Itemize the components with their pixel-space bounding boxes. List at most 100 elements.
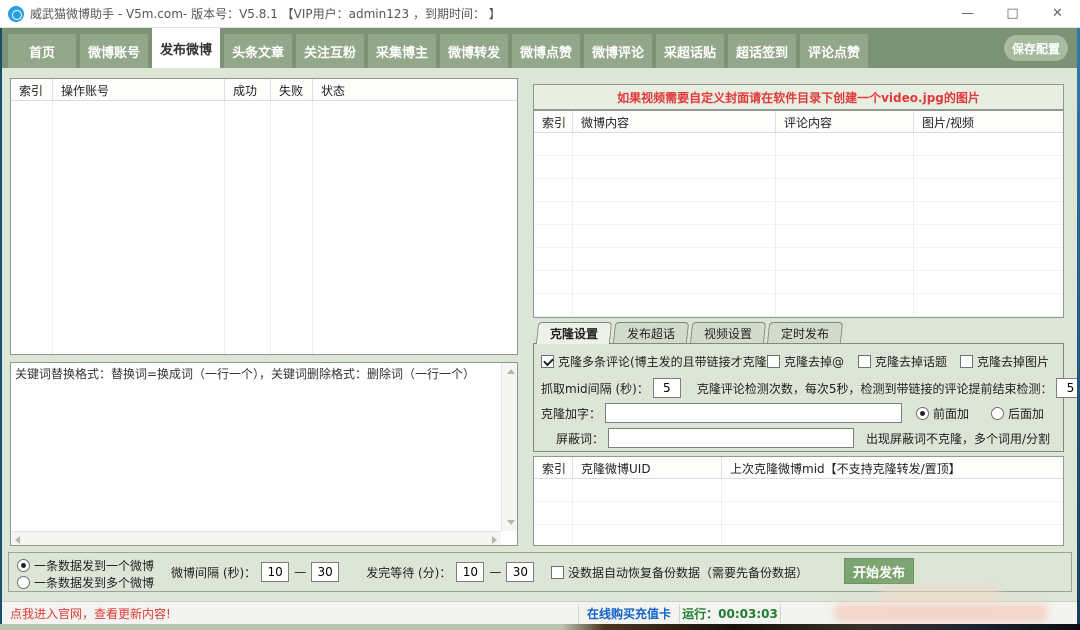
remove-image-checkbox[interactable] [960, 355, 973, 368]
scroll-down-icon[interactable] [507, 520, 515, 525]
tab-collect-supertopic[interactable]: 采超话贴 [656, 34, 724, 68]
column-header-account[interactable]: 操作账号 [53, 79, 225, 100]
publish-control-panel: 一条数据发到一个微博 一条数据发到多个微博 微博间隔 (秒)： — 发完等待 (… [8, 552, 1072, 592]
tab-collect-blogger[interactable]: 采集博主 [368, 34, 436, 68]
radio-front[interactable] [916, 407, 929, 420]
detect-count-label: 克隆评论检测次数，每次5秒，检测到带链接的评论提前结束检测： [697, 380, 1053, 397]
column-header-index[interactable]: 索引 [11, 79, 53, 100]
column-header-lastmid[interactable]: 上次克隆微博mid【不支持克隆转发/置顶】 [722, 457, 1063, 478]
settings-tabs: 克隆设置 发布超话 视频设置 定时发布 [537, 322, 842, 344]
column-header-comment[interactable]: 评论内容 [776, 111, 914, 132]
wait-to-input[interactable] [506, 562, 534, 582]
restore-backup-label: 没数据自动恢复备份数据（需要先备份数据） [568, 564, 808, 581]
settab-clone-settings[interactable]: 克隆设置 [536, 322, 612, 344]
radio-front-label: 前面加 [933, 405, 969, 422]
account-table-header: 索引 操作账号 成功 失败 状态 [11, 79, 517, 101]
account-table: 索引 操作账号 成功 失败 状态 [10, 78, 518, 355]
buy-card-link[interactable]: 在线购买充值卡 [579, 605, 679, 622]
runtime-counter: 运行：00:03:03 [680, 605, 780, 622]
desktop-edge-left [0, 28, 2, 630]
radio-back-label: 后面加 [1008, 405, 1044, 422]
column-header-status[interactable]: 状态 [313, 79, 517, 100]
radio-multi-per-weibo-label: 一条数据发到多个微博 [34, 574, 154, 591]
app-window: 威武猫微博助手 - V5m.com- 版本号：V5.8.1 【VIP用户：adm… [0, 0, 1080, 630]
scroll-left-icon[interactable] [15, 536, 20, 544]
content-table-body [534, 133, 1063, 317]
title-bar: 威武猫微博助手 - V5m.com- 版本号：V5.8.1 【VIP用户：adm… [0, 0, 1080, 28]
column-header-index[interactable]: 索引 [534, 111, 573, 132]
tab-follow[interactable]: 关注互粉 [296, 34, 364, 68]
column-header-success[interactable]: 成功 [225, 79, 271, 100]
save-config-button[interactable]: 保存配置 [1004, 35, 1068, 61]
dash2: — [489, 565, 501, 579]
remove-topic-checkbox[interactable] [858, 355, 871, 368]
maximize-button[interactable]: □ [990, 0, 1035, 28]
remove-at-checkbox[interactable] [767, 355, 780, 368]
radio-one-per-weibo[interactable] [17, 559, 30, 572]
tab-comment[interactable]: 微博评论 [584, 34, 652, 68]
video-cover-notice: 如果视频需要自定义封面请在软件目录下创建一个video.jpg的图片 [533, 84, 1064, 110]
wait-from-input[interactable] [456, 562, 484, 582]
block-word-label: 屏蔽词： [556, 430, 604, 447]
app-icon [8, 6, 24, 22]
interval-from-input[interactable] [261, 562, 289, 582]
clone-table-body [534, 479, 1063, 545]
account-table-body [11, 101, 517, 354]
clone-record-table: 索引 克隆微博UID 上次克隆微博mid【不支持克隆转发/置顶】 [533, 456, 1064, 546]
minimize-button[interactable]: — [945, 0, 990, 28]
start-publish-button[interactable]: 开始发布 [844, 558, 914, 584]
settab-scheduled-publish[interactable]: 定时发布 [767, 322, 843, 344]
column-header-media[interactable]: 图片/视频 [914, 111, 1063, 132]
radio-front-group[interactable]: 前面加 [916, 405, 969, 422]
vertical-scrollbar[interactable] [501, 363, 517, 531]
interval-to-input[interactable] [311, 562, 339, 582]
tab-repost[interactable]: 微博转发 [440, 34, 508, 68]
mid-interval-input[interactable] [653, 378, 681, 398]
close-button[interactable]: ✕ [1035, 0, 1080, 28]
block-word-hint: 出现屏蔽词不克隆，多个词用/分割 [866, 430, 1050, 447]
clone-multi-comment-label: 克隆多条评论(博主发的且带链接才克隆) [558, 353, 771, 370]
radio-back-group[interactable]: 后面加 [991, 405, 1044, 422]
block-word-input[interactable] [608, 428, 854, 448]
clone-addtext-label: 克隆加字： [541, 405, 601, 422]
weibo-interval-label: 微博间隔 (秒)： [171, 564, 256, 581]
horizontal-scrollbar[interactable] [11, 531, 501, 545]
wait-label: 发完等待 (分)： [366, 564, 451, 581]
radio-one-per-weibo-label: 一条数据发到一个微博 [34, 557, 154, 574]
column-header-content[interactable]: 微博内容 [573, 111, 776, 132]
column-header-fail[interactable]: 失败 [271, 79, 313, 100]
column-header-index[interactable]: 索引 [534, 457, 573, 478]
keyword-hint-text: 关键词替换格式：替换词=换成词（一行一个），关键词删除格式：删除词（一行一个） [15, 366, 495, 383]
clone-settings-panel: 克隆多条评论(博主发的且带链接才克隆) 克隆去掉@ 克隆去掉话题 克隆去掉图片 … [533, 343, 1064, 452]
tab-like[interactable]: 微博点赞 [512, 34, 580, 68]
tab-weibo-account[interactable]: 微博账号 [80, 34, 148, 68]
tab-home[interactable]: 首页 [8, 34, 76, 68]
window-title: 威武猫微博助手 - V5m.com- 版本号：V5.8.1 【VIP用户：adm… [30, 5, 501, 22]
clone-addtext-input[interactable] [605, 403, 902, 423]
official-site-link[interactable]: 点我进入官网，查看更新内容! [0, 605, 578, 622]
desktop-strip-bottom [0, 624, 1080, 630]
remove-image-label: 克隆去掉图片 [977, 353, 1049, 370]
clone-multi-comment-checkbox[interactable] [541, 355, 554, 368]
clone-table-header: 索引 克隆微博UID 上次克隆微博mid【不支持克隆转发/置顶】 [534, 457, 1063, 479]
radio-multi-per-weibo[interactable] [17, 576, 30, 589]
settab-publish-supertopic[interactable]: 发布超话 [613, 322, 689, 344]
window-controls: — □ ✕ [945, 0, 1080, 27]
scroll-up-icon[interactable] [507, 369, 515, 374]
scroll-right-icon[interactable] [492, 536, 497, 544]
remove-topic-label: 克隆去掉话题 [875, 353, 947, 370]
redacted-watermark [880, 588, 1000, 600]
restore-backup-checkbox[interactable] [551, 566, 564, 579]
statusbar-divider [780, 605, 781, 623]
column-header-uid[interactable]: 克隆微博UID [573, 457, 722, 478]
radio-back[interactable] [991, 407, 1004, 420]
settab-video-settings[interactable]: 视频设置 [690, 322, 766, 344]
content-table-header: 索引 微博内容 评论内容 图片/视频 [534, 111, 1063, 133]
main-nav: 首页 微博账号 发布微博 头条文章 关注互粉 采集博主 微博转发 微博点赞 微博… [0, 28, 1080, 68]
nav-tabs: 首页 微博账号 发布微博 头条文章 关注互粉 采集博主 微博转发 微博点赞 微博… [8, 28, 868, 68]
tab-comment-like[interactable]: 评论点赞 [800, 34, 868, 68]
tab-toutiao-article[interactable]: 头条文章 [224, 34, 292, 68]
tab-supertopic-signin[interactable]: 超话签到 [728, 34, 796, 68]
tab-publish-weibo[interactable]: 发布微博 [152, 28, 220, 68]
keyword-replace-textarea[interactable]: 关键词替换格式：替换词=换成词（一行一个），关键词删除格式：删除词（一行一个） [10, 362, 518, 546]
